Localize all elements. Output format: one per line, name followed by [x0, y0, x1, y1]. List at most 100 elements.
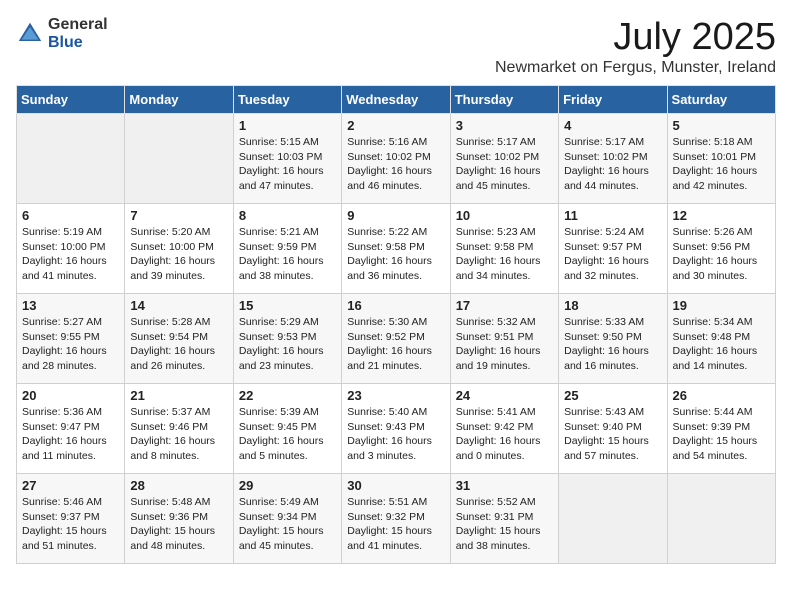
calendar-cell — [667, 474, 775, 564]
calendar-cell: 24Sunrise: 5:41 AMSunset: 9:42 PMDayligh… — [450, 384, 558, 474]
cell-content: Sunrise: 5:52 AMSunset: 9:31 PMDaylight:… — [456, 495, 553, 554]
calendar-week-3: 13 Sunrise: 5:27 AMSunset: 9:55 PMDayligh… — [17, 294, 776, 384]
calendar-cell: 3 Sunrise: 5:17 AMSunset: 10:02 PMDayligh… — [450, 114, 558, 204]
cell-content: Sunrise: 5:22 AMSunset: 9:58 PMDaylight:… — [347, 225, 444, 284]
cell-content: Sunrise: 5:29 AMSunset: 9:53 PMDaylight:… — [239, 315, 336, 374]
cell-content: Sunrise: 5:40 AMSunset: 9:43 PMDaylight:… — [347, 405, 444, 464]
day-number: 21 — [130, 388, 227, 403]
day-number: 3 — [456, 118, 553, 133]
day-header-sunday: Sunday — [17, 86, 125, 114]
day-number: 25 — [564, 388, 661, 403]
day-number: 28 — [130, 478, 227, 493]
day-number: 30 — [347, 478, 444, 493]
cell-content: Sunrise: 5:36 AMSunset: 9:47 PMDaylight:… — [22, 405, 119, 464]
cell-content: Sunrise: 5:26 AMSunset: 9:56 PMDaylight:… — [673, 225, 770, 284]
cell-content: Sunrise: 5:15 AMSunset: 10:03 PMDaylight… — [239, 135, 336, 194]
day-number: 16 — [347, 298, 444, 313]
day-header-monday: Monday — [125, 86, 233, 114]
cell-content: Sunrise: 5:19 AMSunset: 10:00 PMDaylight… — [22, 225, 119, 284]
calendar-cell: 31 Sunrise: 5:52 AMSunset: 9:31 PMDayligh… — [450, 474, 558, 564]
day-number: 20 — [22, 388, 119, 403]
calendar-cell: 8 Sunrise: 5:21 AMSunset: 9:59 PMDaylight… — [233, 204, 341, 294]
location-title: Newmarket on Fergus, Munster, Ireland — [495, 59, 776, 77]
calendar-cell: 22 Sunrise: 5:39 AMSunset: 9:45 PMDayligh… — [233, 384, 341, 474]
calendar-cell: 21 Sunrise: 5:37 AMSunset: 9:46 PMDayligh… — [125, 384, 233, 474]
day-number: 23 — [347, 388, 444, 403]
cell-content: Sunrise: 5:46 AMSunset: 9:37 PMDaylight:… — [22, 495, 119, 554]
cell-content: Sunrise: 5:27 AMSunset: 9:55 PMDaylight:… — [22, 315, 119, 374]
cell-content: Sunrise: 5:51 AMSunset: 9:32 PMDaylight:… — [347, 495, 444, 554]
cell-content: Sunrise: 5:48 AMSunset: 9:36 PMDaylight:… — [130, 495, 227, 554]
cell-content: Sunrise: 5:17 AMSunset: 10:02 PMDaylight… — [456, 135, 553, 194]
day-number: 22 — [239, 388, 336, 403]
day-number: 24 — [456, 388, 553, 403]
header-row: SundayMondayTuesdayWednesdayThursdayFrid… — [17, 86, 776, 114]
calendar-cell: 20 Sunrise: 5:36 AMSunset: 9:47 PMDayligh… — [17, 384, 125, 474]
day-header-saturday: Saturday — [667, 86, 775, 114]
calendar-week-2: 6 Sunrise: 5:19 AMSunset: 10:00 PMDayligh… — [17, 204, 776, 294]
calendar-cell: 16 Sunrise: 5:30 AMSunset: 9:52 PMDayligh… — [342, 294, 450, 384]
calendar-week-5: 27 Sunrise: 5:46 AMSunset: 9:37 PMDayligh… — [17, 474, 776, 564]
calendar-week-4: 20 Sunrise: 5:36 AMSunset: 9:47 PMDayligh… — [17, 384, 776, 474]
cell-content: Sunrise: 5:18 AMSunset: 10:01 PMDaylight… — [673, 135, 770, 194]
calendar-cell: 2Sunrise: 5:16 AMSunset: 10:02 PMDayligh… — [342, 114, 450, 204]
calendar-cell — [559, 474, 667, 564]
cell-content: Sunrise: 5:39 AMSunset: 9:45 PMDaylight:… — [239, 405, 336, 464]
calendar-table: SundayMondayTuesdayWednesdayThursdayFrid… — [16, 85, 776, 564]
day-number: 4 — [564, 118, 661, 133]
cell-content: Sunrise: 5:30 AMSunset: 9:52 PMDaylight:… — [347, 315, 444, 374]
cell-content: Sunrise: 5:32 AMSunset: 9:51 PMDaylight:… — [456, 315, 553, 374]
day-number: 7 — [130, 208, 227, 223]
day-number: 9 — [347, 208, 444, 223]
calendar-cell: 7 Sunrise: 5:20 AMSunset: 10:00 PMDayligh… — [125, 204, 233, 294]
day-number: 27 — [22, 478, 119, 493]
cell-content: Sunrise: 5:34 AMSunset: 9:48 PMDaylight:… — [673, 315, 770, 374]
calendar-cell: 28 Sunrise: 5:48 AMSunset: 9:36 PMDayligh… — [125, 474, 233, 564]
calendar-cell: 26Sunrise: 5:44 AMSunset: 9:39 PMDayligh… — [667, 384, 775, 474]
day-header-tuesday: Tuesday — [233, 86, 341, 114]
cell-content: Sunrise: 5:21 AMSunset: 9:59 PMDaylight:… — [239, 225, 336, 284]
calendar-cell: 27 Sunrise: 5:46 AMSunset: 9:37 PMDayligh… — [17, 474, 125, 564]
day-header-friday: Friday — [559, 86, 667, 114]
cell-content: Sunrise: 5:43 AMSunset: 9:40 PMDaylight:… — [564, 405, 661, 464]
cell-content: Sunrise: 5:20 AMSunset: 10:00 PMDaylight… — [130, 225, 227, 284]
calendar-cell — [17, 114, 125, 204]
day-number: 5 — [673, 118, 770, 133]
calendar-cell — [125, 114, 233, 204]
day-number: 10 — [456, 208, 553, 223]
day-number: 14 — [130, 298, 227, 313]
calendar-cell: 18 Sunrise: 5:33 AMSunset: 9:50 PMDayligh… — [559, 294, 667, 384]
calendar-cell: 13 Sunrise: 5:27 AMSunset: 9:55 PMDayligh… — [17, 294, 125, 384]
cell-content: Sunrise: 5:44 AMSunset: 9:39 PMDaylight:… — [673, 405, 770, 464]
cell-content: Sunrise: 5:17 AMSunset: 10:02 PMDaylight… — [564, 135, 661, 194]
day-number: 6 — [22, 208, 119, 223]
day-number: 11 — [564, 208, 661, 223]
calendar-cell: 5 Sunrise: 5:18 AMSunset: 10:01 PMDayligh… — [667, 114, 775, 204]
day-number: 19 — [673, 298, 770, 313]
cell-content: Sunrise: 5:49 AMSunset: 9:34 PMDaylight:… — [239, 495, 336, 554]
day-number: 2 — [347, 118, 444, 133]
calendar-cell: 30 Sunrise: 5:51 AMSunset: 9:32 PMDayligh… — [342, 474, 450, 564]
cell-content: Sunrise: 5:28 AMSunset: 9:54 PMDaylight:… — [130, 315, 227, 374]
title-section: July 2025 Newmarket on Fergus, Munster, … — [495, 16, 776, 77]
calendar-cell: 12Sunrise: 5:26 AMSunset: 9:56 PMDayligh… — [667, 204, 775, 294]
calendar-cell: 25 Sunrise: 5:43 AMSunset: 9:40 PMDayligh… — [559, 384, 667, 474]
day-number: 15 — [239, 298, 336, 313]
day-number: 8 — [239, 208, 336, 223]
cell-content: Sunrise: 5:33 AMSunset: 9:50 PMDaylight:… — [564, 315, 661, 374]
calendar-cell: 6 Sunrise: 5:19 AMSunset: 10:00 PMDayligh… — [17, 204, 125, 294]
day-header-thursday: Thursday — [450, 86, 558, 114]
day-number: 13 — [22, 298, 119, 313]
calendar-cell: 19 Sunrise: 5:34 AMSunset: 9:48 PMDayligh… — [667, 294, 775, 384]
day-number: 31 — [456, 478, 553, 493]
calendar-cell: 17Sunrise: 5:32 AMSunset: 9:51 PMDayligh… — [450, 294, 558, 384]
calendar-cell: 14 Sunrise: 5:28 AMSunset: 9:54 PMDayligh… — [125, 294, 233, 384]
calendar-cell: 10Sunrise: 5:23 AMSunset: 9:58 PMDayligh… — [450, 204, 558, 294]
calendar-cell: 1 Sunrise: 5:15 AMSunset: 10:03 PMDayligh… — [233, 114, 341, 204]
day-number: 1 — [239, 118, 336, 133]
calendar-cell: 15 Sunrise: 5:29 AMSunset: 9:53 PMDayligh… — [233, 294, 341, 384]
logo: General Blue — [16, 16, 108, 51]
calendar-cell: 4 Sunrise: 5:17 AMSunset: 10:02 PMDayligh… — [559, 114, 667, 204]
day-number: 18 — [564, 298, 661, 313]
cell-content: Sunrise: 5:37 AMSunset: 9:46 PMDaylight:… — [130, 405, 227, 464]
